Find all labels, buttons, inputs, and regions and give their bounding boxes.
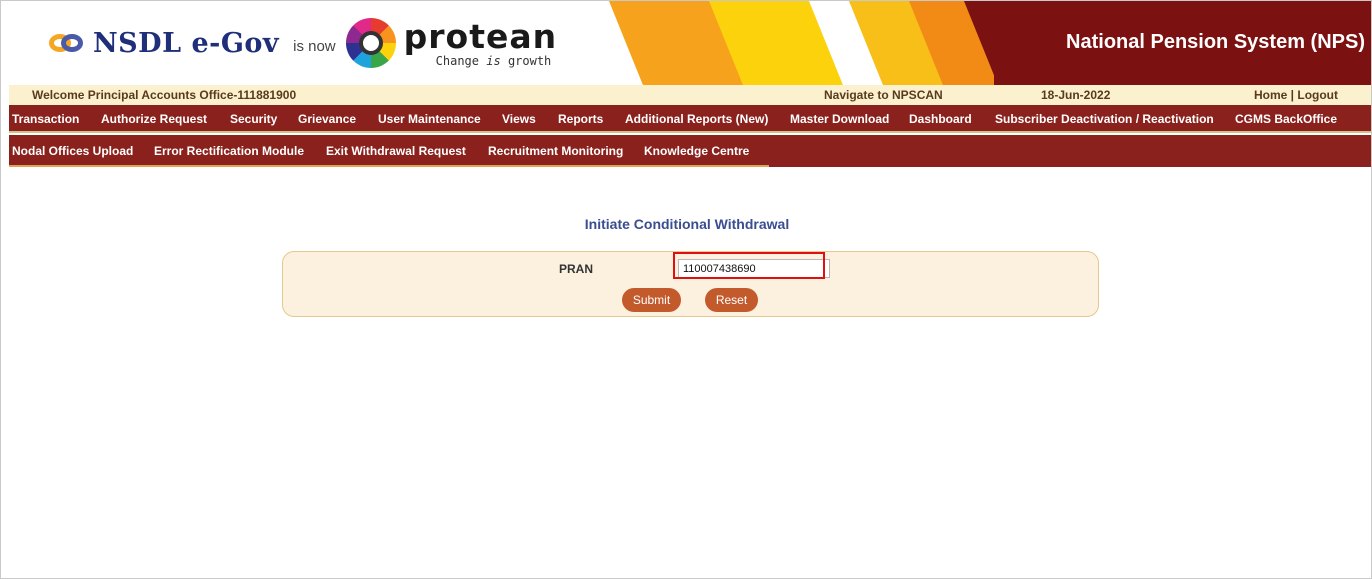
protean-brand-text: protean [403,16,558,56]
protean-logo-icon [345,18,396,68]
home-logout-links[interactable]: Home | Logout [1254,88,1338,102]
nav-additional-reports[interactable]: Additional Reports (New) [625,112,768,126]
nav-knowledge-centre[interactable]: Knowledge Centre [644,144,749,158]
nav-grievance[interactable]: Grievance [298,112,356,126]
nav-security[interactable]: Security [230,112,277,126]
nsdl-logo-icon [49,30,85,56]
protean-brand: protean Change is growth [404,20,558,67]
welcome-text: Welcome Principal Accounts Office-111881… [32,88,297,102]
secondary-nav: Nodal Offices Upload Error Rectification… [9,135,1371,167]
nav-master-download[interactable]: Master Download [790,112,889,126]
welcome-bar: Welcome Principal Accounts Office-111881… [9,85,1371,105]
nsdl-brand-text: NSDL e-Gov [93,27,280,59]
pran-input[interactable] [678,259,830,278]
nav-exit-withdrawal-request[interactable]: Exit Withdrawal Request [326,144,466,158]
nav-recruitment-monitoring[interactable]: Recruitment Monitoring [488,144,623,158]
nav-error-rectification[interactable]: Error Rectification Module [154,144,304,158]
nav-authorize-request[interactable]: Authorize Request [101,112,207,126]
nav-nodal-offices-upload[interactable]: Nodal Offices Upload [12,144,133,158]
submit-button[interactable]: Submit [622,288,681,312]
brand-logo: NSDL e-Gov is now protean Change is grow… [49,11,557,75]
page-title: Initiate Conditional Withdrawal [584,216,790,232]
site-header: NSDL e-Gov is now protean Change is grow… [9,1,1371,85]
browser-frame: NSDL e-Gov is now protean Change is grow… [0,0,1372,579]
tagline-change: Change [435,53,480,68]
current-date: 18-Jun-2022 [1041,88,1111,102]
system-title: National Pension System (NPS) [1066,31,1365,53]
pran-label: PRAN [559,262,594,276]
nav-user-maintenance[interactable]: User Maintenance [378,112,481,126]
is-now-text: is now [293,37,336,55]
nav-dashboard[interactable]: Dashboard [909,112,972,126]
nav-subscriber-deactivation[interactable]: Subscriber Deactivation / Reactivation [995,112,1214,126]
reset-button[interactable]: Reset [705,288,758,312]
protean-tagline: Change is growth [436,55,558,67]
nav-transaction[interactable]: Transaction [12,112,79,126]
nav-cgms-backoffice[interactable]: CGMS BackOffice [1235,112,1337,126]
tagline-growth: growth [507,53,552,68]
nav-divider [9,165,769,167]
primary-nav: Transaction Authorize Request Security G… [9,105,1371,133]
nav-reports[interactable]: Reports [558,112,603,126]
tagline-is: is [486,53,501,68]
navigate-npscan-link[interactable]: Navigate to NPSCAN [824,88,943,102]
nav-views[interactable]: Views [502,112,536,126]
withdrawal-form: PRAN Submit Reset [282,251,1099,317]
